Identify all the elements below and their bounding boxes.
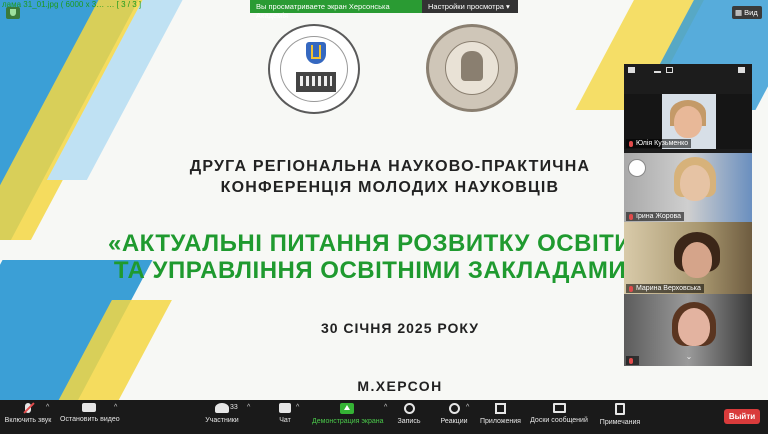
unmute-button[interactable]: Включить звук [4, 403, 52, 431]
background-emblem-icon [628, 159, 646, 177]
meeting-toolbar: Включить звук ^ Остановить видео ^ Участ… [0, 400, 768, 434]
video-options-caret[interactable]: ^ [114, 404, 117, 411]
record-button[interactable]: Запись [396, 403, 422, 431]
unmute-label: Включить звук [4, 417, 52, 424]
institute-seal-logo [426, 24, 518, 112]
reactions-label: Реакции [440, 418, 468, 425]
record-label: Запись [397, 418, 421, 425]
participant-tile[interactable]: Юлія Кузьменко [624, 94, 752, 149]
participants-options-caret[interactable]: ^ [247, 404, 250, 411]
chat-bubble-icon [279, 403, 291, 413]
participant-face [680, 165, 710, 201]
share-options-caret[interactable]: ^ [384, 404, 387, 411]
gallery-view-icon[interactable] [628, 67, 635, 73]
stop-video-label: Остановить видео [60, 416, 120, 423]
conference-title-line1: ДРУГА РЕГІОНАЛЬНА НАУКОВО-ПРАКТИЧНА [189, 158, 591, 175]
participant-name-tag: Марина Верховська [626, 284, 704, 293]
view-layout-button[interactable]: ▦ Вид [732, 6, 762, 19]
notes-label: Примечания [599, 419, 641, 426]
participant-name: Ірина Жорова [636, 213, 682, 220]
conference-city: М.ХЕРСОН [357, 378, 443, 394]
muted-mic-icon [629, 213, 633, 220]
topic-title-line1: «АКТУАЛЬНІ ПИТАННЯ РОЗВИТКУ ОСВІТИ [107, 230, 633, 257]
conference-date: 30 СІЧНЯ 2025 РОКУ [320, 320, 480, 336]
participant-face [682, 242, 712, 278]
screen-share-banner: Вы просматриваете экран Херсонська Акаде… [250, 0, 518, 20]
restore-icon[interactable] [666, 67, 673, 73]
share-banner-text: Вы просматриваете экран Херсонська Акаде… [250, 0, 422, 20]
reactions-options-caret[interactable]: ^ [466, 404, 469, 411]
zoom-meeting-window: ДРУГА РЕГІОНАЛЬНА НАУКОВО-ПРАКТИЧНА КОНФ… [0, 0, 768, 434]
layout-switch-icon[interactable] [738, 67, 745, 73]
chat-button[interactable]: Чат [274, 403, 296, 431]
image-viewer-file-title: лама 31_01.jpg ( 6000 x 3… … [ 3 / 3 ] [2, 0, 142, 9]
leave-meeting-button[interactable]: Выйти [724, 409, 760, 424]
participants-count-badge: 33 [230, 404, 238, 411]
participant-name-tag: Юлія Кузьменко [626, 139, 692, 148]
minimize-icon[interactable] [654, 71, 661, 73]
participant-tile[interactable]: Ірина Жорова [624, 153, 752, 222]
participant-name-tag [626, 356, 639, 365]
apps-label: Приложения [480, 418, 521, 425]
view-options-dropdown[interactable]: Настройки просмотра ▾ [422, 0, 518, 13]
participant-name-tag: Ірина Жорова [626, 212, 685, 221]
notes-button[interactable]: Примечания [598, 403, 642, 431]
participant-face [678, 308, 710, 346]
topic-title-line2: ТА УПРАВЛІННЯ ОСВІТНІМИ ЗАКЛАДАМИ [113, 257, 627, 284]
whiteboards-button[interactable]: Доски сообщений [530, 403, 588, 431]
conference-title-line2: КОНФЕРЕНЦІЯ МОЛОДИХ НАУКОВЦІВ [220, 179, 560, 196]
participant-name: Марина Верховська [636, 285, 701, 292]
whiteboards-label: Доски сообщений [530, 417, 588, 424]
chat-label: Чат [279, 417, 291, 424]
trident-icon [311, 45, 321, 59]
participant-face [674, 106, 702, 138]
record-icon [403, 403, 415, 414]
participants-icon [215, 403, 229, 413]
whiteboard-icon [552, 403, 566, 413]
muted-mic-icon [629, 357, 633, 364]
participant-name: Юлія Кузьменко [636, 140, 689, 147]
participant-tile[interactable]: Марина Верховська [624, 222, 752, 294]
gallery-controls [624, 64, 752, 78]
participant-gallery: Юлія Кузьменко Ірина Жорова Марина Верхо… [624, 64, 752, 366]
apps-grid-icon [494, 403, 506, 414]
gallery-scroll-down-icon[interactable]: ⌄ [684, 352, 694, 361]
share-screen-label: Демонстрация экрана [312, 418, 384, 425]
reactions-button[interactable]: Реакции [440, 403, 468, 431]
stop-video-button[interactable]: Остановить видео [60, 403, 120, 431]
building-icon [296, 72, 336, 92]
muted-mic-icon [629, 285, 633, 292]
share-screen-button[interactable]: Демонстрация экрана [312, 403, 384, 431]
video-camera-icon [82, 403, 96, 412]
chat-options-caret[interactable]: ^ [296, 404, 299, 411]
notes-icon [615, 403, 625, 415]
audio-options-caret[interactable]: ^ [46, 404, 49, 411]
bust-icon [461, 51, 483, 81]
security-shield-icon[interactable] [6, 7, 20, 19]
share-screen-icon [340, 403, 354, 414]
apps-button[interactable]: Приложения [480, 403, 521, 431]
muted-mic-icon [629, 140, 633, 147]
muted-microphone-icon [25, 403, 31, 413]
smiley-icon [448, 403, 460, 414]
participants-label: Участники [205, 417, 239, 424]
academy-logo [268, 24, 360, 114]
